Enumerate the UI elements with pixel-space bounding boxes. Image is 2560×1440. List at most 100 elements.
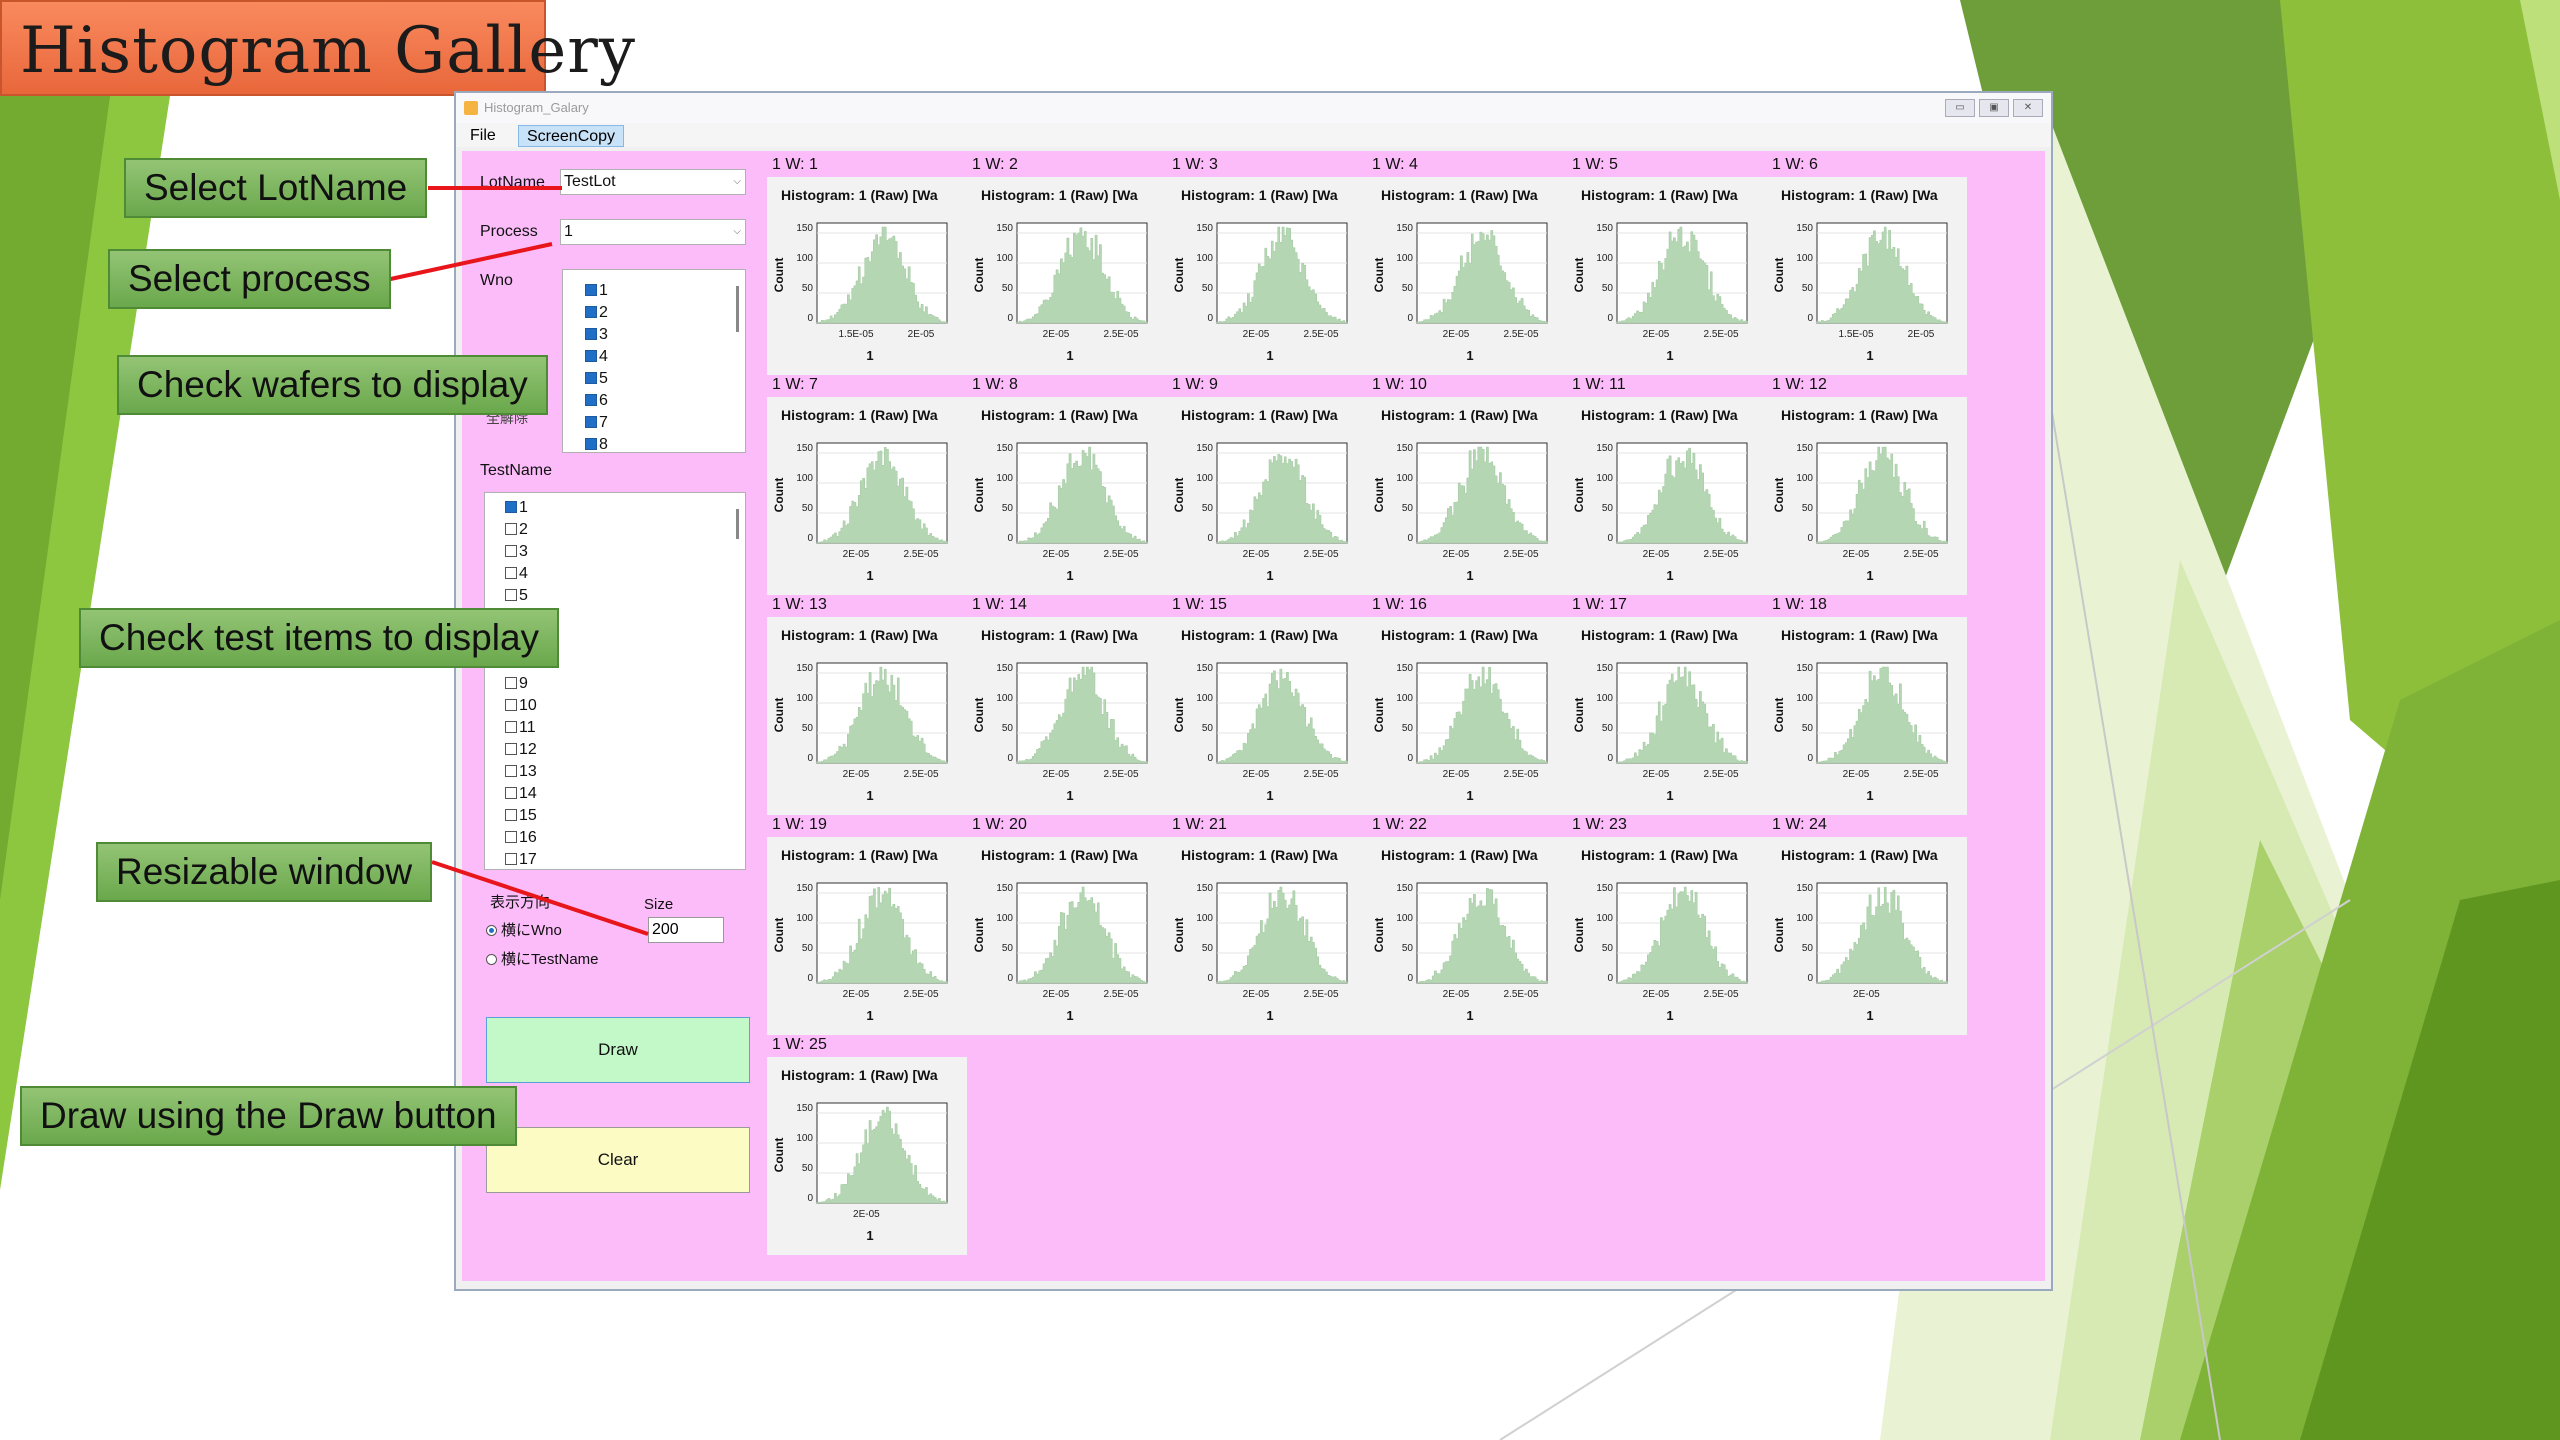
y-tick-label: 150 (1396, 223, 1413, 234)
y-tick-label: 150 (1596, 663, 1613, 674)
y-tick-label: 100 (1596, 253, 1613, 264)
histogram-cell: 1 W: 22 Histogram: 1 (Raw) [Wa 150 100 50 0 2E… (1367, 815, 1567, 1035)
checkbox-unchecked[interactable] (505, 809, 517, 821)
process-combo[interactable]: 1 ⌵ (560, 219, 746, 245)
size-input[interactable]: 200 (648, 917, 724, 943)
radio-wno-indicator[interactable] (486, 925, 497, 936)
wno-item[interactable]: 6 (585, 390, 608, 412)
testname-item[interactable]: 1 (505, 497, 528, 519)
checkbox-unchecked[interactable] (505, 743, 517, 755)
checkbox-checked[interactable] (585, 328, 597, 340)
histogram-cell: 1 W: 1 Histogram: 1 (Raw) [Wa 150 100 50 0 1.5… (767, 155, 967, 375)
checkbox-unchecked[interactable] (505, 853, 517, 865)
close-button[interactable]: ✕ (2013, 99, 2043, 117)
x-tick-label: 2E-05 (1243, 769, 1270, 780)
histogram-header: 1 W: 13 (772, 596, 827, 613)
checkbox-checked[interactable] (585, 394, 597, 406)
x-tick-label: 1.5E-05 (838, 329, 873, 340)
y-tick-label: 100 (1396, 253, 1413, 264)
wno-item[interactable]: 2 (585, 302, 608, 324)
x-axis-label: 1 (1866, 348, 1873, 363)
y-tick-label: 0 (1207, 973, 1213, 984)
y-axis-label: Count (1372, 478, 1386, 513)
testname-item[interactable]: 10 (505, 695, 537, 717)
testname-item[interactable]: 11 (505, 717, 536, 739)
histogram-plot: 150 100 50 0 2E-05 Count 1 (1772, 882, 1948, 1023)
histogram-plot: 150 100 50 0 2E-05 2.5E-05 Count 1 (1572, 882, 1748, 1023)
menu-file[interactable]: File (462, 125, 504, 147)
histogram-cell: 1 W: 14 Histogram: 1 (Raw) [Wa 150 100 50 0 2E… (967, 595, 1167, 815)
checkbox-unchecked[interactable] (505, 831, 517, 843)
client-area: LotName TestLot ⌵ Process 1 ⌵ Wno 全解除 12… (462, 151, 2045, 1281)
y-axis-label: Count (1372, 698, 1386, 733)
checkbox-checked[interactable] (585, 284, 597, 296)
maximize-button[interactable]: ▣ (1979, 99, 2009, 117)
testname-listbox[interactable]: 1 2 3 4 5 9 10 11 12 13 14 15 16 17 (484, 492, 746, 870)
testname-item[interactable]: 5 (505, 585, 528, 607)
radio-testname-indicator[interactable] (486, 954, 497, 965)
x-axis-label: 1 (1466, 348, 1473, 363)
y-axis-label: Count (772, 478, 786, 513)
wno-item[interactable]: 5 (585, 368, 608, 390)
wno-item[interactable]: 1 (585, 280, 608, 302)
testname-scrollbar[interactable] (736, 509, 739, 539)
histogram-cell: 1 W: 17 Histogram: 1 (Raw) [Wa 150 100 50 0 2E… (1567, 595, 1767, 815)
checkbox-checked[interactable] (505, 501, 517, 513)
x-axis-label: 1 (1466, 1008, 1473, 1023)
y-tick-label: 50 (1402, 503, 1414, 514)
y-tick-label: 0 (1007, 313, 1013, 324)
testname-item[interactable]: 16 (505, 827, 537, 849)
histogram-plot: 150 100 50 0 2E-05 2.5E-05 Count 1 (1372, 882, 1548, 1023)
minimize-button[interactable]: ▭ (1945, 99, 1975, 117)
testname-item[interactable]: 13 (505, 761, 537, 783)
testname-item[interactable]: 2 (505, 519, 528, 541)
chevron-down-icon: ⌵ (733, 226, 741, 237)
testname-item[interactable]: 14 (505, 783, 537, 805)
testname-item[interactable]: 12 (505, 739, 537, 761)
checkbox-unchecked[interactable] (505, 677, 517, 689)
radio-testname[interactable]: 横にTestName (486, 948, 599, 969)
wno-label: Wno (480, 272, 513, 289)
wno-item[interactable]: 8 (585, 434, 608, 452)
x-tick-label: 2E-05 (1443, 549, 1470, 560)
clear-button[interactable]: Clear (486, 1127, 750, 1193)
checkbox-checked[interactable] (585, 416, 597, 428)
radio-wno[interactable]: 横にWno (486, 919, 562, 940)
wno-item[interactable]: 4 (585, 346, 608, 368)
checkbox-checked[interactable] (585, 306, 597, 318)
y-tick-label: 100 (796, 693, 813, 704)
histogram-header: 1 W: 2 (972, 156, 1018, 173)
histogram-plot: 150 100 50 0 1.5E-05 2E-05 Count 1 (772, 222, 948, 363)
testname-item[interactable]: 9 (505, 673, 528, 695)
checkbox-unchecked[interactable] (505, 765, 517, 777)
y-axis-label: Count (1772, 698, 1786, 733)
testname-item[interactable]: 15 (505, 805, 537, 827)
checkbox-unchecked[interactable] (505, 589, 517, 601)
x-axis-label: 1 (866, 568, 873, 583)
testname-item[interactable]: 17 (505, 849, 537, 869)
histogram-header: 1 W: 9 (1172, 376, 1218, 393)
wno-listbox[interactable]: 1 2 3 4 5 6 7 8 (562, 269, 746, 453)
checkbox-checked[interactable] (585, 438, 597, 450)
checkbox-unchecked[interactable] (505, 567, 517, 579)
testname-item-label: 17 (519, 851, 537, 868)
testname-item[interactable]: 4 (505, 563, 528, 585)
histogram-plot: 150 100 50 0 2E-05 2.5E-05 Count 1 (972, 662, 1148, 803)
checkbox-checked[interactable] (585, 350, 597, 362)
window-titlebar[interactable]: Histogram_Galary ▭ ▣ ✕ (456, 93, 2051, 123)
checkbox-unchecked[interactable] (505, 545, 517, 557)
checkbox-unchecked[interactable] (505, 523, 517, 535)
checkbox-unchecked[interactable] (505, 699, 517, 711)
menu-screencopy[interactable]: ScreenCopy (518, 125, 625, 147)
checkbox-checked[interactable] (585, 372, 597, 384)
checkbox-unchecked[interactable] (505, 721, 517, 733)
draw-button[interactable]: Draw (486, 1017, 750, 1083)
histogram-header: 1 W: 25 (772, 1036, 827, 1053)
wno-scrollbar[interactable] (736, 286, 739, 332)
wno-item[interactable]: 3 (585, 324, 608, 346)
lotname-combo[interactable]: TestLot ⌵ (560, 169, 746, 195)
checkbox-unchecked[interactable] (505, 787, 517, 799)
testname-item[interactable]: 3 (505, 541, 528, 563)
y-tick-label: 0 (1207, 753, 1213, 764)
wno-item[interactable]: 7 (585, 412, 608, 434)
